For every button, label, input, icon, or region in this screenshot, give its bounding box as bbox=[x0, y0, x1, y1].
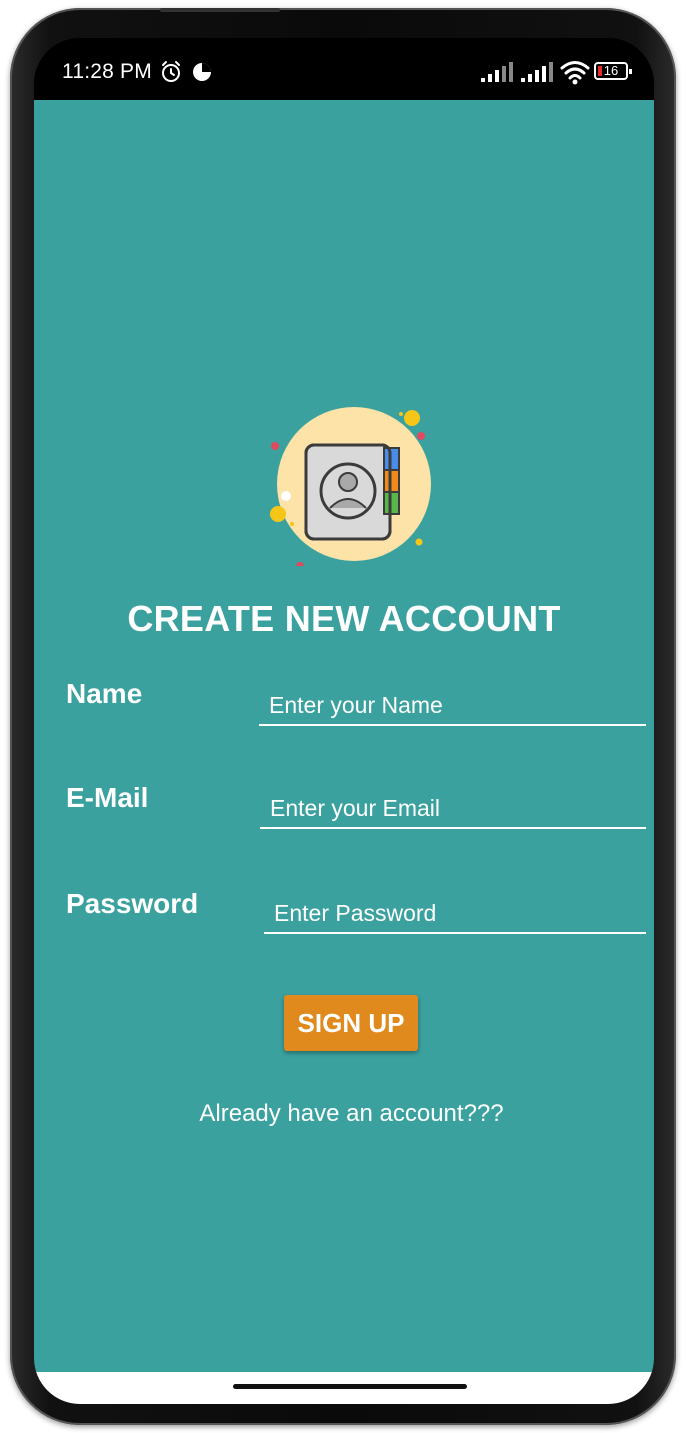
phone-frame: 11:28 PM 16 CREATE NEW ACCOUNT Name Ente… bbox=[10, 8, 676, 1425]
battery-level: 16 bbox=[603, 63, 619, 78]
password-input[interactable] bbox=[264, 894, 646, 934]
name-label: Name bbox=[66, 678, 143, 709]
email-input[interactable] bbox=[260, 789, 646, 829]
signal-icon bbox=[481, 62, 513, 82]
wifi-icon bbox=[560, 61, 590, 85]
signup-button[interactable]: SIGN UP bbox=[284, 995, 418, 1051]
alarm-icon bbox=[162, 61, 180, 82]
name-input[interactable] bbox=[259, 686, 646, 726]
phone-top-edge bbox=[160, 8, 280, 12]
navigation-bar bbox=[34, 1372, 654, 1404]
contact-book-icon bbox=[270, 407, 431, 566]
signal-icon bbox=[521, 62, 553, 82]
status-bar: 11:28 PM 16 bbox=[34, 38, 654, 100]
signup-screen: CREATE NEW ACCOUNT Name E-Mail Password … bbox=[34, 100, 654, 1372]
email-label: E-Mail bbox=[66, 782, 149, 813]
status-time: 11:28 PM bbox=[62, 60, 152, 83]
page-title: CREATE NEW ACCOUNT bbox=[127, 598, 561, 639]
data-saver-icon bbox=[193, 63, 211, 81]
phone-screen: 11:28 PM 16 CREATE NEW ACCOUNT Name Ente… bbox=[34, 38, 654, 1404]
home-gesture-handle[interactable] bbox=[233, 1384, 467, 1389]
battery-icon: 16 bbox=[594, 62, 632, 80]
login-link[interactable]: Already have an account??? bbox=[34, 1100, 654, 1128]
password-label: Password bbox=[66, 888, 199, 919]
